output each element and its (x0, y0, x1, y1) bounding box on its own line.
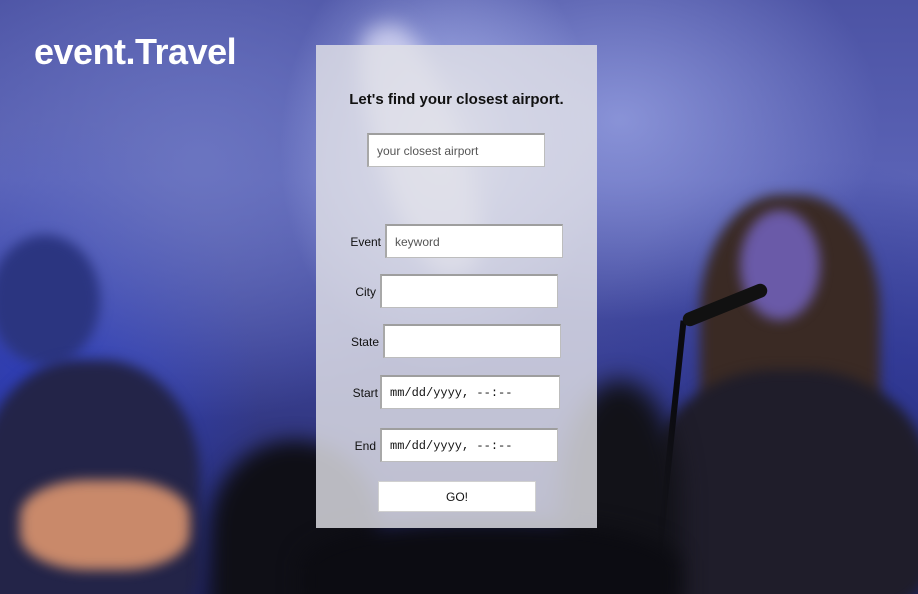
event-row: Event (316, 224, 597, 260)
closest-airport-input[interactable] (367, 133, 545, 167)
page: event.Travel Let's find your closest air… (0, 0, 918, 594)
end-row: End (316, 428, 597, 464)
go-button[interactable]: GO! (378, 481, 536, 512)
state-input[interactable] (383, 324, 561, 358)
background-performer-left-arm (20, 480, 190, 570)
background-performer-left-head (0, 235, 100, 365)
background-performer-right-face (740, 210, 820, 320)
site-logo[interactable]: event.Travel (34, 30, 237, 74)
state-row: State (316, 324, 597, 360)
background-performer-right-body (650, 370, 918, 594)
start-datetime-input[interactable] (380, 375, 560, 409)
background-crowd (300, 520, 680, 594)
end-datetime-input[interactable] (380, 428, 558, 462)
event-keyword-input[interactable] (385, 224, 563, 258)
city-label: City (355, 285, 376, 299)
start-row: Start (316, 375, 597, 411)
city-input[interactable] (380, 274, 558, 308)
city-row: City (316, 274, 597, 310)
event-label: Event (350, 235, 381, 249)
end-label: End (354, 439, 376, 453)
search-panel: Let's find your closest airport. Event C… (316, 45, 597, 528)
state-label: State (350, 335, 379, 349)
start-label: Start (352, 386, 378, 400)
panel-title: Let's find your closest airport. (349, 91, 564, 108)
